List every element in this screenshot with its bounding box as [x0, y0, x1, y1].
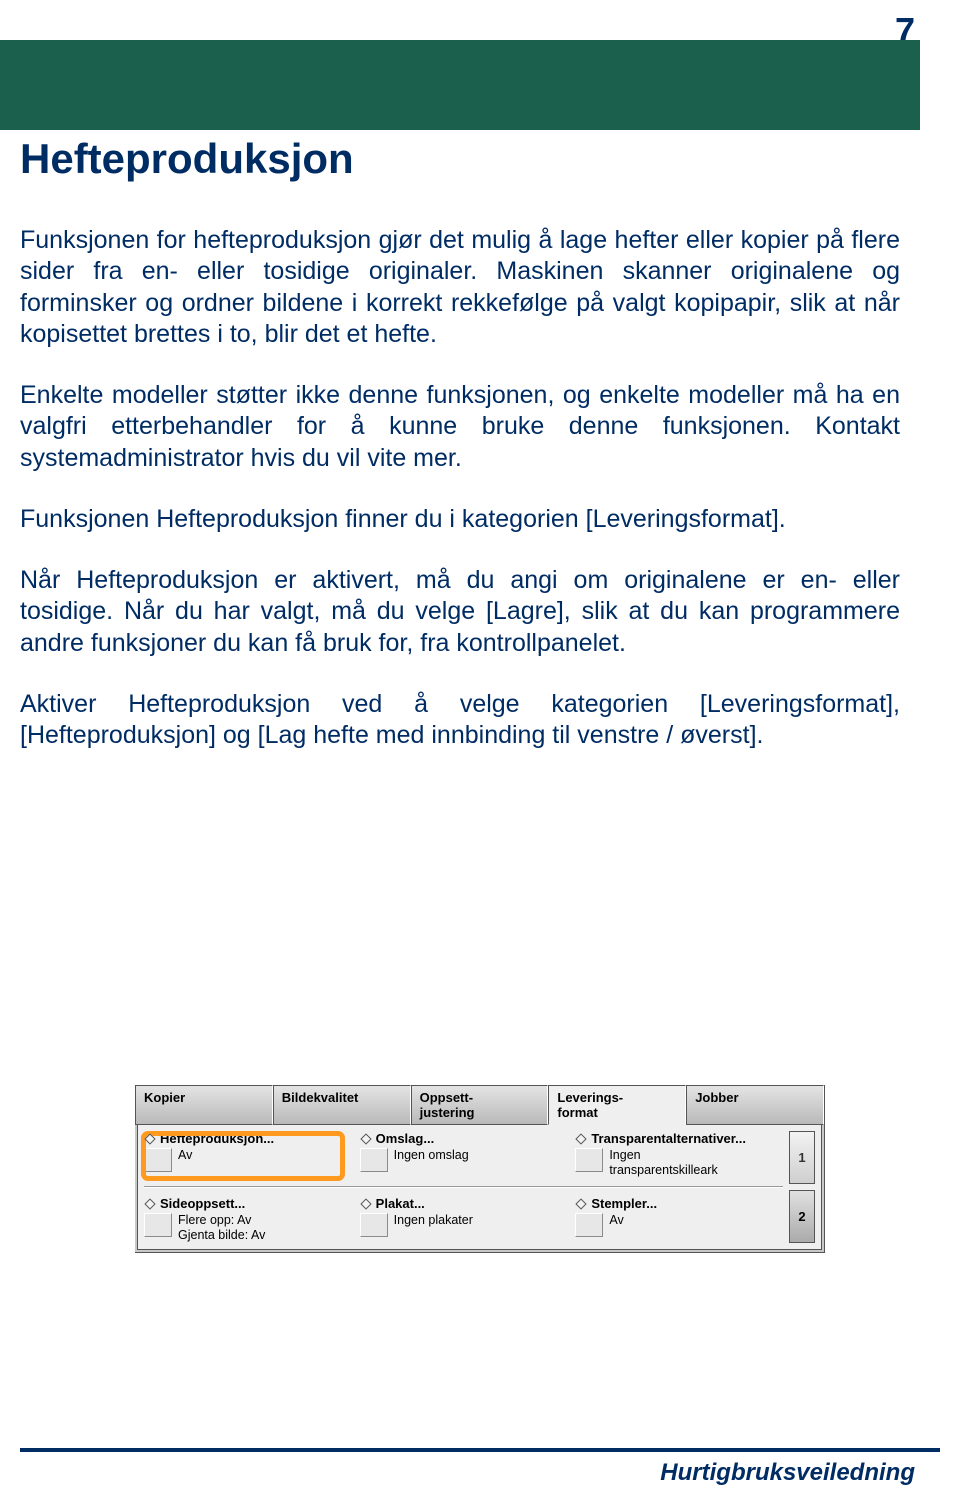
printer-ui-panel: Kopier Bildekvalitet Oppsett- justering … — [135, 1085, 825, 1253]
option-hefteproduksjon[interactable]: Hefteproduksjon... Av — [144, 1131, 352, 1178]
tab-leveringsformat[interactable]: Leverings- format — [548, 1085, 686, 1125]
diamond-icon — [360, 1133, 371, 1144]
tab-kopier[interactable]: Kopier — [135, 1085, 273, 1125]
paragraph: Aktiver Hefteproduksjon ved å velge kate… — [20, 689, 900, 752]
option-thumb-icon — [144, 1213, 172, 1237]
option-title: Sideoppsett... — [160, 1196, 245, 1211]
tab-bildekvalitet[interactable]: Bildekvalitet — [273, 1085, 411, 1125]
option-detail: Av — [609, 1213, 623, 1228]
header-bar — [0, 40, 920, 130]
option-detail: Ingen plakater — [394, 1213, 473, 1228]
option-sideoppsett[interactable]: Sideoppsett... Flere opp: Av Gjenta bild… — [144, 1196, 352, 1243]
option-thumb-icon — [575, 1148, 603, 1172]
option-thumb-icon — [360, 1213, 388, 1237]
tab-bar: Kopier Bildekvalitet Oppsett- justering … — [135, 1085, 824, 1125]
option-detail: Av — [178, 1148, 192, 1163]
option-thumb-icon — [144, 1148, 172, 1172]
options-panel: Hefteproduksjon... Av Omslag... Ingen om… — [137, 1125, 822, 1250]
page-button-1[interactable]: 1 — [789, 1131, 815, 1184]
diamond-icon — [360, 1198, 371, 1209]
diamond-icon — [576, 1133, 587, 1144]
option-omslag[interactable]: Omslag... Ingen omslag — [360, 1131, 568, 1178]
option-title: Omslag... — [376, 1131, 435, 1146]
option-stempler[interactable]: Stempler... Av — [575, 1196, 783, 1243]
tab-jobber[interactable]: Jobber — [686, 1085, 824, 1125]
paragraph: Funksjonen Hefteproduksjon finner du i k… — [20, 504, 900, 535]
page-button-2[interactable]: 2 — [789, 1190, 815, 1243]
page-title: Hefteproduksjon — [20, 135, 354, 183]
divider — [144, 1186, 783, 1188]
paragraph: Enkelte modeller støtter ikke denne funk… — [20, 380, 900, 474]
page-buttons: 1 2 — [789, 1131, 815, 1243]
body-text: Funksjonen for hefteproduksjon gjør det … — [20, 225, 900, 781]
option-detail: Flere opp: Av Gjenta bilde: Av — [178, 1213, 265, 1243]
paragraph: Når Hefteproduksjon er aktivert, må du a… — [20, 565, 900, 659]
diamond-icon — [144, 1133, 155, 1144]
footer-label: Hurtigbruksveiledning — [660, 1459, 915, 1487]
option-thumb-icon — [575, 1213, 603, 1237]
option-transparent[interactable]: Transparentalternativer... Ingen transpa… — [575, 1131, 783, 1178]
tab-oppsettjustering[interactable]: Oppsett- justering — [411, 1085, 549, 1125]
paragraph: Funksjonen for hefteproduksjon gjør det … — [20, 225, 900, 350]
footer-rule — [20, 1448, 940, 1452]
option-detail: Ingen transparentskilleark — [609, 1148, 717, 1178]
option-title: Hefteproduksjon... — [160, 1131, 274, 1146]
option-title: Stempler... — [591, 1196, 657, 1211]
option-thumb-icon — [360, 1148, 388, 1172]
option-title: Transparentalternativer... — [591, 1131, 746, 1146]
option-title: Plakat... — [376, 1196, 425, 1211]
diamond-icon — [576, 1198, 587, 1209]
option-plakat[interactable]: Plakat... Ingen plakater — [360, 1196, 568, 1243]
option-detail: Ingen omslag — [394, 1148, 469, 1163]
diamond-icon — [144, 1198, 155, 1209]
